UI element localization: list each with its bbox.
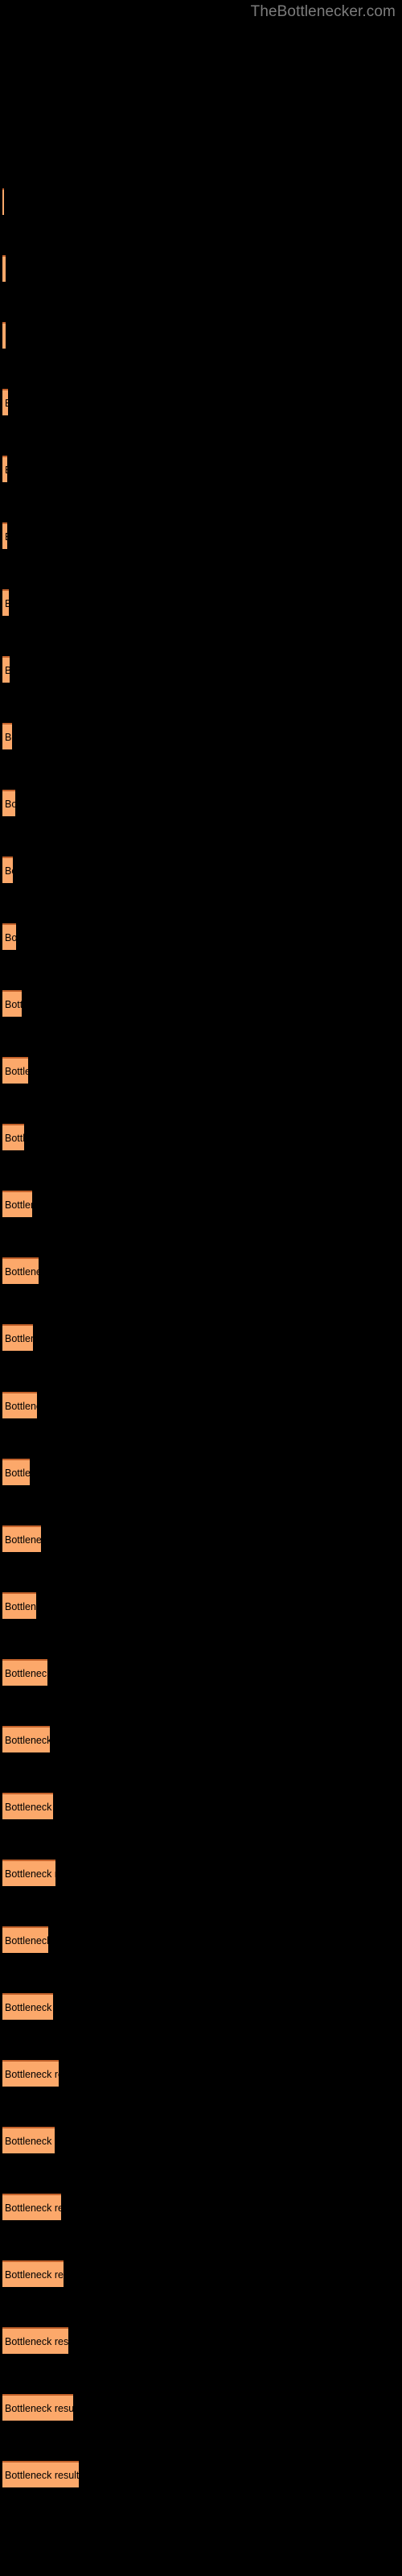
bar[interactable]: Bottleneck result (2, 2127, 55, 2153)
bar[interactable]: Bottleneck result (2, 2194, 61, 2220)
bar-label: Bottleneck result (5, 1265, 39, 1278)
bar[interactable]: Bottleneck result (2, 1592, 36, 1619)
bar[interactable]: Bottleneck result (2, 2394, 73, 2421)
bar-label: Bottleneck result (5, 331, 6, 342)
bar[interactable]: Bottleneck result (2, 923, 16, 950)
bar-label: Bottleneck result (5, 1734, 50, 1746)
bar[interactable]: Bottleneck result (2, 1659, 47, 1686)
bar[interactable]: Bottleneck result (2, 2327, 68, 2354)
bar[interactable]: Bottleneck result (2, 322, 6, 349)
bar[interactable]: Bottleneck result (2, 1993, 53, 2020)
bar-label: Bottleneck result (5, 598, 9, 609)
bar-label: Bottleneck result (5, 2202, 61, 2214)
bar[interactable]: Bottleneck result (2, 990, 22, 1017)
bar[interactable]: Bottleneck result (2, 1057, 28, 1084)
bar[interactable]: Bottleneck result (2, 456, 7, 482)
bar[interactable]: Bottleneck result (2, 1392, 37, 1418)
bar-label: Bottleneck result (5, 1467, 30, 1479)
page-root: TheBottlenecker.com Bottleneck resultBot… (0, 0, 402, 2576)
bar[interactable]: Bottleneck result (2, 1124, 24, 1150)
bar[interactable]: Bottleneck result (2, 1525, 41, 1552)
bar-label: Bottleneck result (5, 1934, 48, 1946)
bar-label: Bottleneck result (5, 2335, 68, 2347)
bar[interactable]: Bottleneck result (2, 2461, 79, 2487)
bar-label: Bottleneck result (5, 2001, 53, 2013)
bar[interactable]: Bottleneck result (2, 589, 9, 616)
bar[interactable]: Bottleneck result (2, 1191, 32, 1217)
bar-label: Bottleneck result (5, 531, 7, 543)
bar-label: Bottleneck result (5, 264, 6, 275)
bar[interactable]: Bottleneck result (2, 723, 12, 749)
bar-label: Bottleneck result (5, 865, 13, 877)
bar-label: Bottleneck result (5, 2268, 64, 2281)
bar[interactable]: Bottleneck result (2, 1926, 48, 1953)
bar-label: Bottleneck result (5, 2469, 79, 2481)
bar[interactable]: Bottleneck result (2, 790, 15, 816)
bar[interactable]: Bottleneck result (2, 1324, 33, 1351)
bar[interactable]: Bottleneck result (2, 1793, 53, 1819)
bar-label: Bottleneck result (5, 1400, 37, 1412)
bar[interactable]: Bottleneck result (2, 389, 8, 415)
bar-label: Bottleneck result (5, 398, 8, 409)
bar[interactable]: Bottleneck result (2, 188, 4, 215)
bar-label: Bottleneck result (5, 731, 12, 743)
bar-label: Bottleneck result (5, 2135, 55, 2147)
bar[interactable]: Bottleneck result (2, 1257, 39, 1284)
bar-label: Bottleneck result (5, 2068, 59, 2080)
bar-label: Bottleneck result (5, 665, 10, 676)
bar[interactable]: Bottleneck result (2, 2260, 64, 2287)
bar[interactable]: Bottleneck result (2, 656, 10, 683)
bar-label: Bottleneck result (5, 998, 22, 1010)
bar[interactable]: Bottleneck result (2, 857, 13, 883)
bar-label: Bottleneck result (5, 798, 15, 810)
bar-label: Bottleneck result (5, 2402, 73, 2414)
bar-label: Bottleneck result (5, 1801, 53, 1813)
bar-label: Bottleneck result (5, 1332, 33, 1344)
bottleneck-bar-chart: Bottleneck result Bottleneck result Bottle… (0, 0, 402, 2576)
bar[interactable]: Bottleneck result (2, 522, 7, 549)
bar-label: Bottleneck result (5, 1667, 47, 1679)
bar-label: Bottleneck result (5, 931, 16, 943)
bar[interactable]: Bottleneck result (2, 1860, 55, 1886)
bar-label: Bottleneck result (5, 464, 7, 476)
bar-label: Bottleneck result (5, 1132, 24, 1144)
bar-label: Bottleneck result (5, 1534, 41, 1546)
bar-label: Bottleneck result (5, 1868, 55, 1880)
bar[interactable]: Bottleneck result (2, 2060, 59, 2087)
bar[interactable]: Bottleneck result (2, 1726, 50, 1752)
bar[interactable]: Bottleneck result (2, 255, 6, 282)
bar-label: Bottleneck result (5, 1065, 28, 1077)
bar-label: Bottleneck result (5, 1600, 36, 1612)
bar-label: Bottleneck result (5, 1199, 32, 1211)
bar[interactable]: Bottleneck result (2, 1459, 30, 1485)
